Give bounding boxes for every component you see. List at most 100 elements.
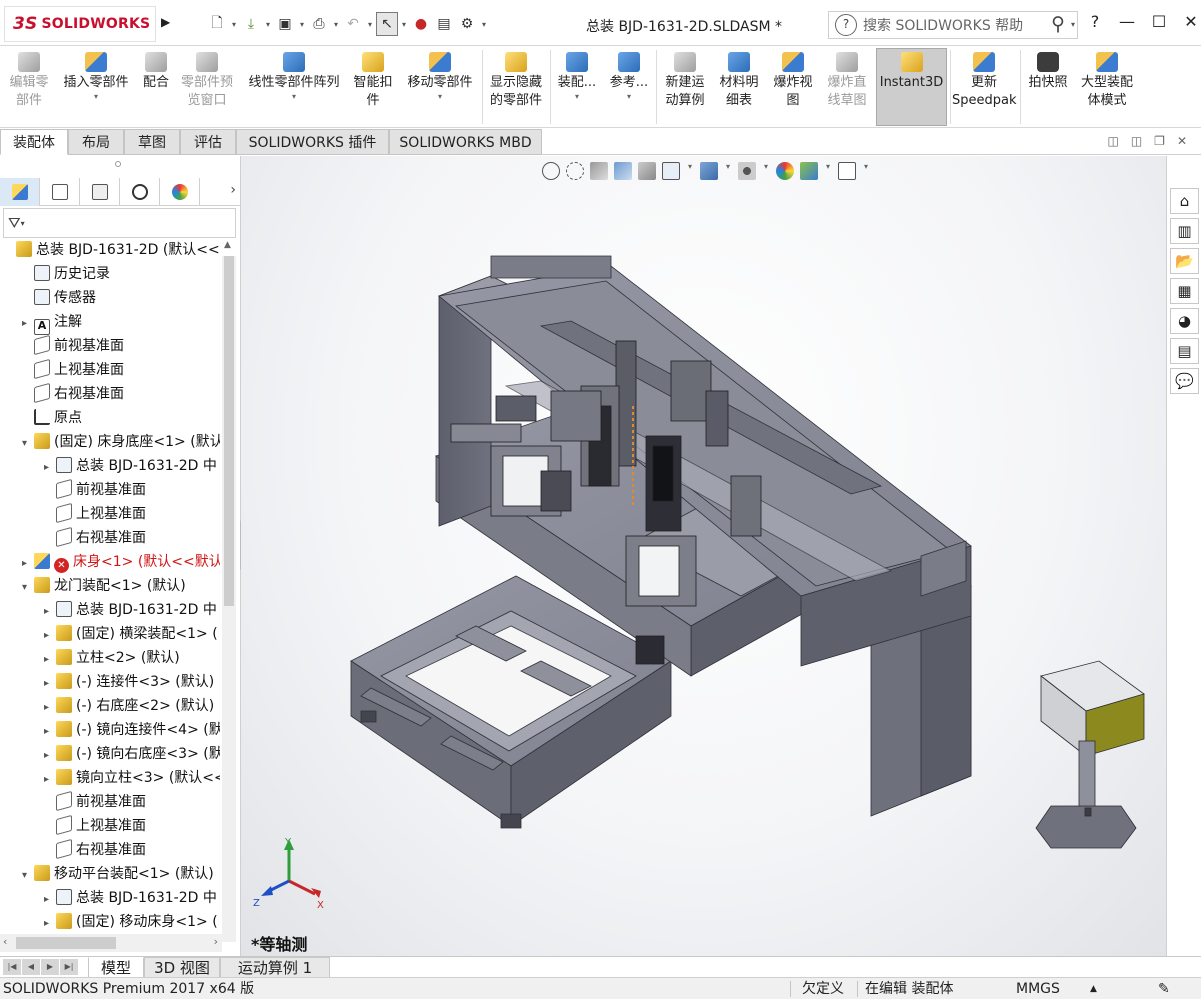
- expand-arrow-icon[interactable]: ▸: [44, 912, 56, 936]
- tab-mbd[interactable]: SOLIDWORKS MBD: [389, 129, 542, 155]
- instant3d-button[interactable]: Instant3D: [878, 50, 945, 126]
- open-doc-icon[interactable]: ⤓: [240, 12, 262, 36]
- expand-arrow-icon[interactable]: ▸: [44, 696, 56, 720]
- expand-arrow-icon[interactable]: ▸: [44, 888, 56, 912]
- search-dropdown-icon[interactable]: ▾: [1071, 20, 1075, 29]
- tree-node[interactable]: 原点: [22, 406, 82, 430]
- solidworks-forum-icon[interactable]: 💬: [1170, 368, 1199, 394]
- graphics-area[interactable]: ▾ ▾ ▾ ▾ ▾ Y X Z *等轴测: [241, 156, 1166, 956]
- scrollbar-thumb[interactable]: [16, 937, 116, 949]
- linear-pattern-button[interactable]: 线性零部件阵列 ▾: [244, 50, 344, 126]
- tree-node[interactable]: ▸ 总装 BJD-1631-2D 中: [44, 598, 217, 622]
- print-icon[interactable]: ⎙: [308, 12, 330, 36]
- expand-arrow-icon[interactable]: ▸: [44, 672, 56, 696]
- rebuild-traffic-light-icon[interactable]: ●: [410, 12, 432, 36]
- tree-node[interactable]: ▾ 龙门装配<1> (默认): [22, 574, 186, 598]
- move-component-button[interactable]: 移动零部件 ▾: [402, 50, 478, 126]
- filter-dropdown-icon[interactable]: ▾: [21, 219, 25, 228]
- tree-node[interactable]: 上视基准面: [44, 814, 146, 838]
- expand-arrow-icon[interactable]: ▸: [44, 768, 56, 792]
- linear-pattern-dropdown-icon[interactable]: ▾: [244, 92, 344, 102]
- tree-node[interactable]: 右视基准面: [44, 526, 146, 550]
- tree-node[interactable]: ▸ (固定) 横梁装配<1> (: [44, 622, 218, 646]
- save-icon[interactable]: ▣: [274, 12, 296, 36]
- move-component-dropdown-icon[interactable]: ▾: [402, 92, 478, 102]
- help-search-box[interactable]: ? 搜索 SOLIDWORKS 帮助 ⚲ ▾: [828, 11, 1078, 39]
- tree-node[interactable]: ▸ 总装 BJD-1631-2D 中: [44, 454, 217, 478]
- tab-motion-study[interactable]: 运动算例 1: [220, 957, 330, 978]
- tab-model[interactable]: 模型: [88, 957, 144, 978]
- tree-node[interactable]: 历史记录: [22, 262, 110, 286]
- print-dropdown[interactable]: ▾: [331, 20, 341, 29]
- component-preview-button[interactable]: 零部件预 览窗口: [176, 50, 238, 126]
- tree-node[interactable]: 右视基准面: [22, 382, 124, 406]
- collapse-arrow-icon[interactable]: ▾: [22, 576, 34, 600]
- tree-node[interactable]: ▸ ✕ 床身<1> (默认<<默认: [22, 550, 220, 574]
- more-tabs-chevron-icon[interactable]: ›: [230, 182, 236, 198]
- expand-arrow-icon[interactable]: ▸: [44, 624, 56, 648]
- new-motion-study-button[interactable]: 新建运 动算例: [660, 50, 710, 126]
- take-snapshot-button[interactable]: 拍快照: [1024, 50, 1072, 126]
- bill-of-materials-button[interactable]: 材料明 细表: [714, 50, 764, 126]
- undo-icon[interactable]: ↶: [342, 12, 364, 36]
- file-explorer-icon[interactable]: 📂: [1170, 248, 1199, 274]
- tree-node[interactable]: 前视基准面: [44, 790, 146, 814]
- tree-node[interactable]: 前视基准面: [22, 334, 124, 358]
- assembly-features-dropdown-icon[interactable]: ▾: [554, 92, 600, 102]
- mate-button[interactable]: 配合: [138, 50, 174, 126]
- tree-node[interactable]: ▸ (固定) 移动床身<1> (: [44, 910, 218, 934]
- next-tab-icon[interactable]: ▶: [41, 959, 59, 975]
- solidworks-logo[interactable]: 3S SOLIDWORKS: [4, 6, 156, 42]
- tree-node[interactable]: ▸ 立柱<2> (默认): [44, 646, 180, 670]
- feature-manager-tab[interactable]: [0, 178, 40, 206]
- tree-node[interactable]: ▸ (-) 连接件<3> (默认): [44, 670, 214, 694]
- tree-node[interactable]: 右视基准面: [44, 838, 146, 862]
- tree-node[interactable]: 上视基准面: [44, 502, 146, 526]
- expand-arrow-icon[interactable]: ▸: [44, 456, 56, 480]
- new-doc-icon[interactable]: 🗋: [206, 12, 228, 36]
- close-button[interactable]: ✕: [1179, 12, 1201, 31]
- unit-system-dropdown-icon[interactable]: ▲: [1090, 978, 1097, 999]
- display-manager-tab[interactable]: [160, 178, 200, 206]
- first-tab-icon[interactable]: |◀: [3, 959, 21, 975]
- prev-tab-icon[interactable]: ◀: [22, 959, 40, 975]
- solidworks-resources-home-icon[interactable]: ⌂: [1170, 188, 1199, 214]
- tree-node[interactable]: ▸ (-) 镜向右底座<3> (默: [44, 742, 220, 766]
- expand-arrow-icon[interactable]: ▸: [22, 312, 34, 336]
- options-dropdown[interactable]: ▾: [479, 20, 489, 29]
- tab-evaluate[interactable]: 评估: [180, 129, 236, 155]
- expand-arrow-icon[interactable]: ▸: [22, 552, 34, 576]
- tree-filter-bar[interactable]: ⛛ ▾: [3, 208, 236, 238]
- close-doc-icon[interactable]: ✕: [1177, 134, 1187, 148]
- scrollbar-thumb[interactable]: [224, 256, 234, 606]
- custom-properties-icon[interactable]: ▤: [1170, 338, 1199, 364]
- tree-node[interactable]: 传感器: [22, 286, 96, 310]
- gantry-machine-model[interactable]: [241, 156, 1166, 956]
- open-doc-dropdown[interactable]: ▾: [263, 20, 273, 29]
- collapse-arrow-icon[interactable]: ▾: [22, 432, 34, 456]
- unit-system[interactable]: MMGS: [1016, 978, 1060, 999]
- tree-node[interactable]: ▾ (固定) 床身底座<1> (默认: [22, 430, 220, 454]
- reference-geometry-dropdown-icon[interactable]: ▾: [606, 92, 652, 102]
- menu-flyout-arrow-icon[interactable]: ▶: [161, 14, 173, 30]
- tree-node[interactable]: 前视基准面: [44, 478, 146, 502]
- tab-assembly[interactable]: 装配体: [0, 129, 68, 155]
- new-doc-dropdown[interactable]: ▾: [229, 20, 239, 29]
- help-button[interactable]: ?: [1083, 12, 1107, 31]
- tree-node[interactable]: 上视基准面: [22, 358, 124, 382]
- collapse-arrow-icon[interactable]: ▾: [22, 864, 34, 888]
- expand-arrow-icon[interactable]: ▸: [44, 648, 56, 672]
- filter-funnel-icon[interactable]: ⛛: [8, 214, 21, 232]
- assembly-features-button[interactable]: 装配... ▾: [554, 50, 600, 126]
- edit-component-button[interactable]: 编辑零 部件: [4, 50, 54, 126]
- options-gear-icon[interactable]: ⚙: [456, 12, 478, 36]
- rebuild-status-icon[interactable]: ✎: [1158, 978, 1170, 999]
- save-dropdown[interactable]: ▾: [297, 20, 307, 29]
- expand-arrow-icon[interactable]: ▸: [44, 600, 56, 624]
- restore-doc-icon[interactable]: ❐: [1154, 134, 1165, 148]
- scroll-left-icon[interactable]: ‹: [3, 935, 7, 948]
- update-speedpak-button[interactable]: 更新 Speedpak: [952, 50, 1017, 126]
- exploded-view-button[interactable]: 爆炸视 图: [768, 50, 818, 126]
- scroll-right-icon[interactable]: ›: [214, 935, 218, 948]
- expand-arrow-icon[interactable]: ▸: [44, 744, 56, 768]
